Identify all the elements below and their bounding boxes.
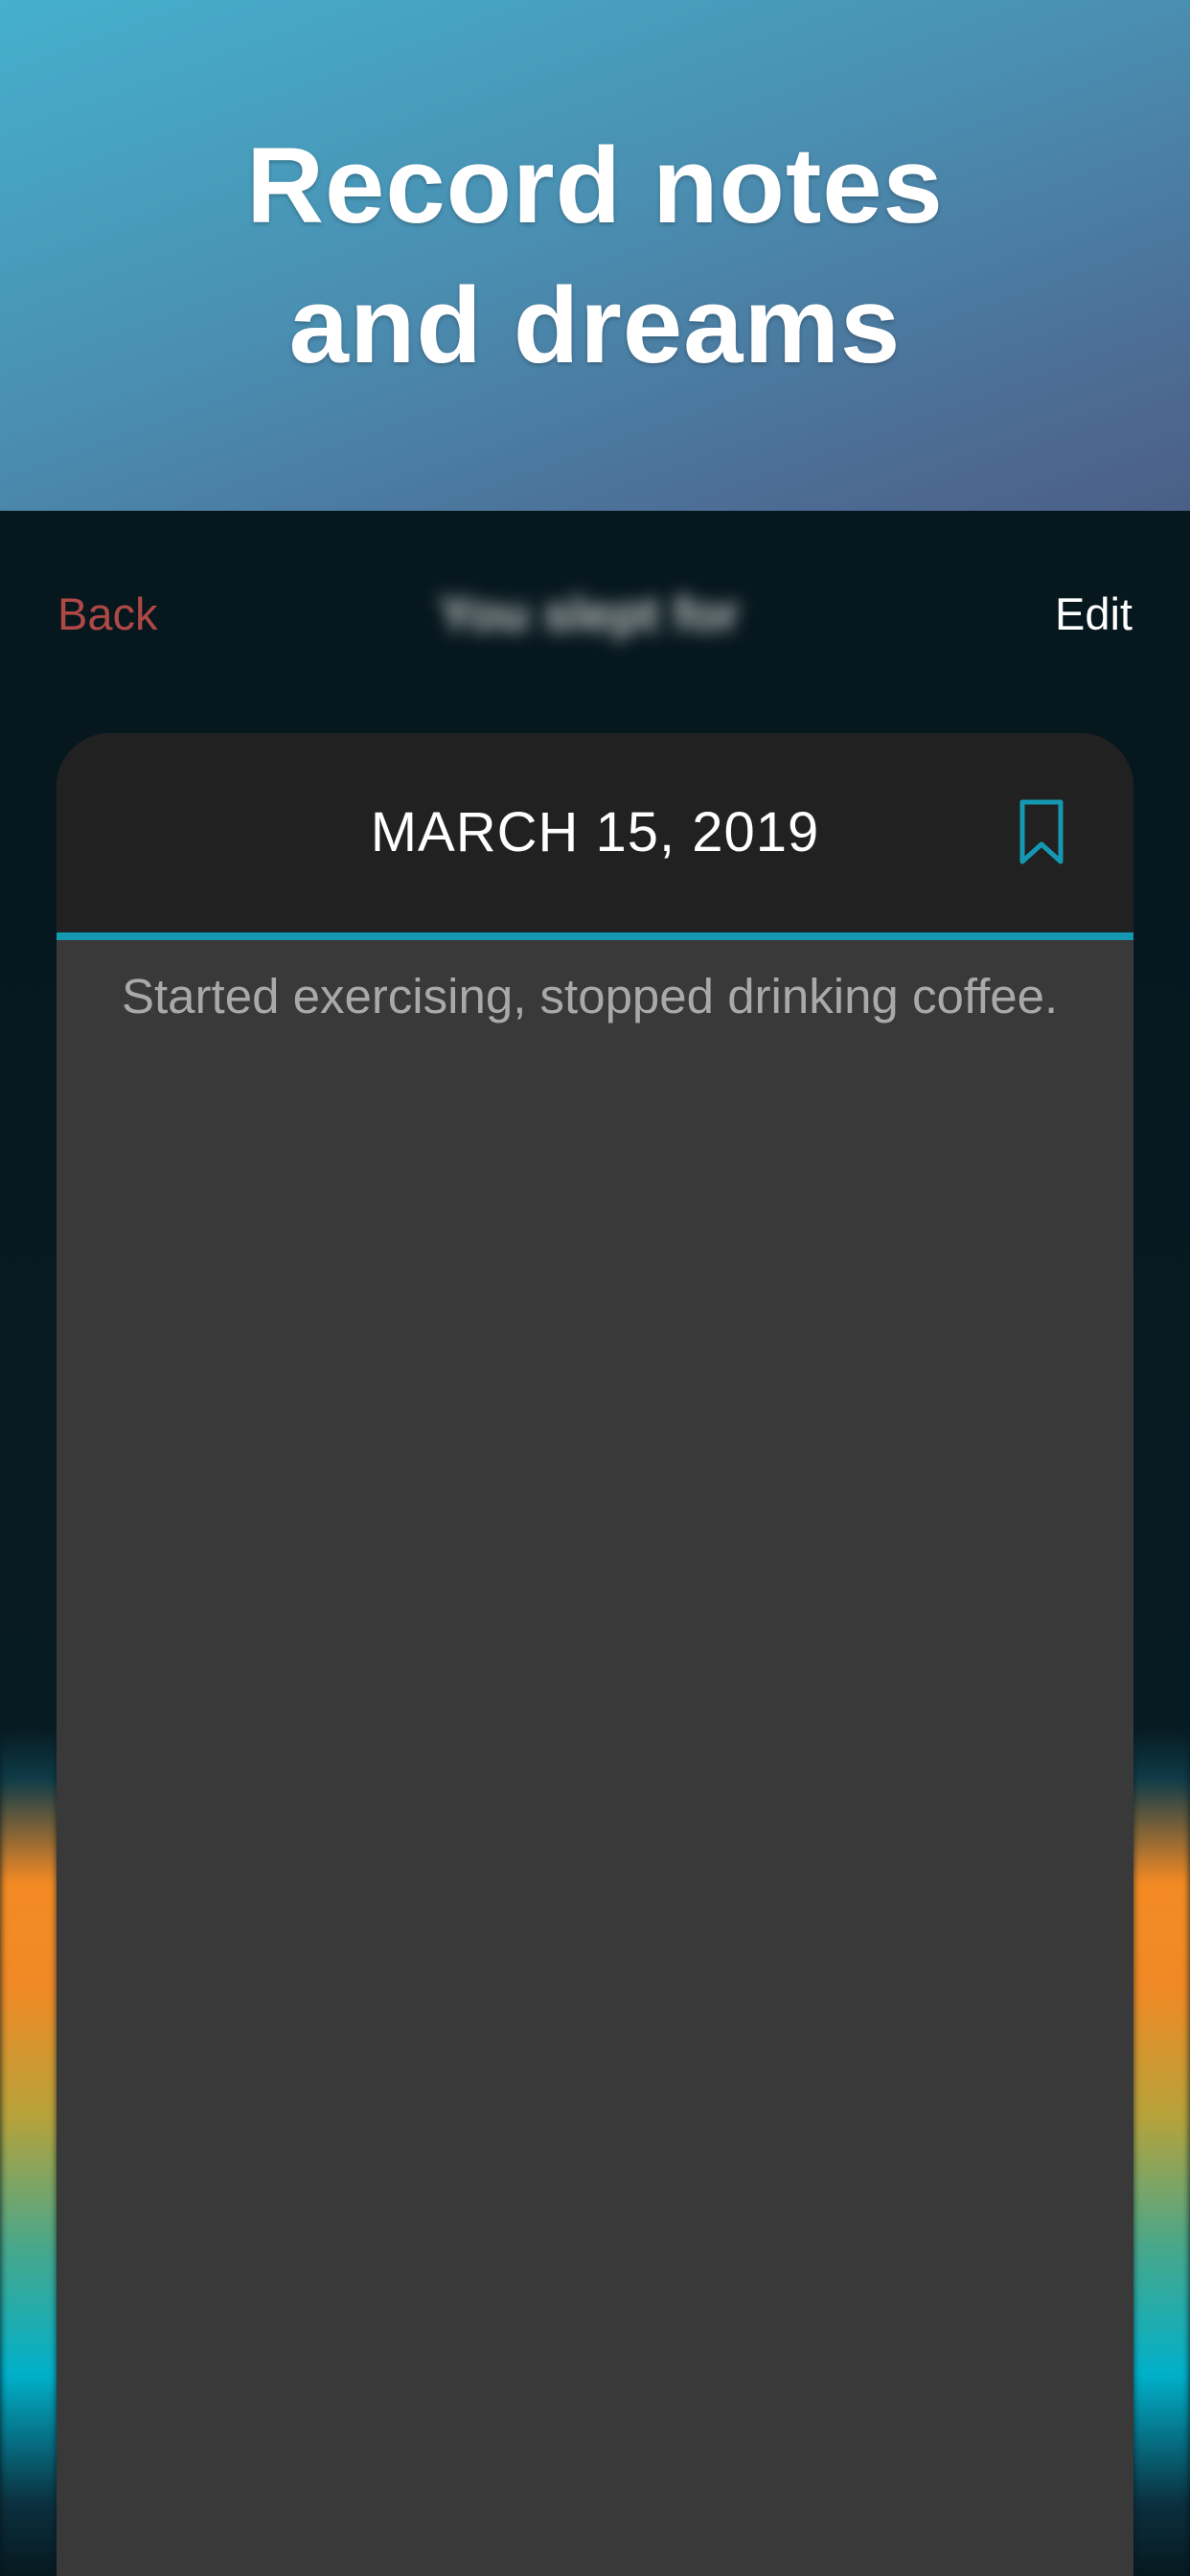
- note-card: MARCH 15, 2019 Started exercising, stopp…: [57, 733, 1133, 2576]
- edit-button[interactable]: Edit: [1055, 586, 1133, 643]
- note-date: MARCH 15, 2019: [370, 801, 820, 863]
- promo-title-line-1: Record notes: [246, 126, 944, 245]
- back-button[interactable]: Back: [57, 586, 158, 643]
- navigation-bar: Back You slept for Edit: [0, 511, 1190, 722]
- bookmark-icon[interactable]: [1017, 798, 1066, 867]
- promo-title-line-2: and dreams: [288, 265, 902, 385]
- app-screen: Back You slept for Edit MARCH 15, 2019 S…: [0, 511, 1190, 2576]
- background-glow-right: [1133, 1728, 1190, 2576]
- accent-divider: [57, 932, 1133, 940]
- promo-banner: Record notes and dreams: [0, 0, 1190, 511]
- note-text[interactable]: Started exercising, stopped drinking cof…: [122, 963, 1070, 1029]
- background-glow-left: [0, 1728, 57, 2576]
- nav-title: You slept for: [439, 586, 740, 642]
- note-card-header: MARCH 15, 2019: [57, 733, 1133, 932]
